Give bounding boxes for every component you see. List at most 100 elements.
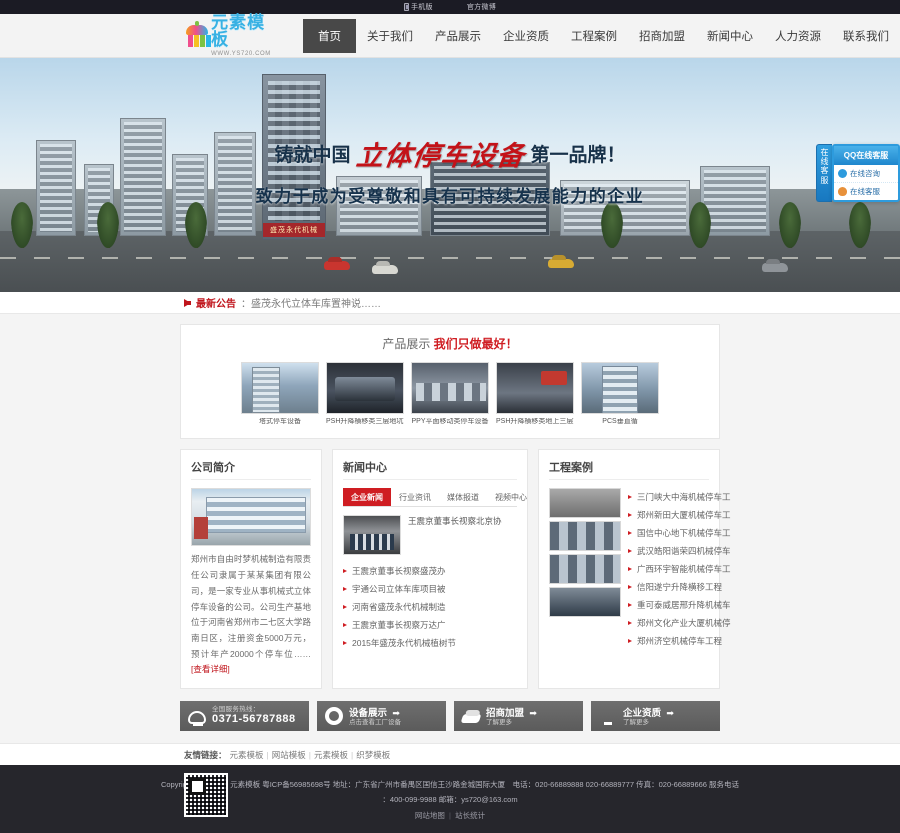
gear-icon: [325, 707, 343, 726]
case-image[interactable]: [549, 554, 621, 585]
qualifications-button[interactable]: 企业资质 ➡ 了解更多: [591, 701, 720, 732]
nav-item-about[interactable]: 关于我们: [356, 21, 424, 51]
case-list-item[interactable]: 郑州济空机械停车工程: [628, 632, 731, 650]
product-image: [411, 362, 489, 414]
case-list-item[interactable]: 三门峡大中海机械停车工: [628, 488, 731, 506]
product-image: [496, 362, 574, 414]
online-service-toggle[interactable]: 在线客服: [816, 144, 832, 202]
action-button-row: 全国服务热线： 0371-56787888 设备展示 ➡ 点击查看工厂设备 招商…: [180, 701, 720, 743]
tab-media-coverage[interactable]: 媒体报道: [439, 488, 487, 506]
banner-headline: 铸就中国 立体停车设备 第一品牌！ 致力于成为受尊敬和具有可持续发展能力的企业: [0, 134, 900, 207]
sitemap-link[interactable]: 网站地图: [415, 811, 445, 820]
news-list-item[interactable]: 宇通公司立体车库项目被: [343, 580, 517, 598]
news-featured[interactable]: 王震京董事长视察北京协: [343, 515, 517, 556]
banner-car: [548, 259, 574, 268]
nav-item-news[interactable]: 新闻中心: [696, 21, 764, 51]
about-heading: 公司简介: [191, 459, 311, 481]
product-caption: PSH升降横移类三层地坑式: [326, 418, 404, 425]
online-service-header: QQ在线客服: [834, 146, 898, 165]
nav-item-products[interactable]: 产品展示: [424, 21, 492, 51]
about-section: 公司简介 郑州市自由时梦机械制造有限责任公司隶属于某某集团有限公司，是一家专业从…: [180, 449, 322, 690]
divider: |: [446, 811, 454, 821]
case-list-item[interactable]: 武汉皓阳谐荣四机械停车: [628, 542, 731, 560]
nav-item-cases[interactable]: 工程案例: [560, 21, 628, 51]
service-qq-link[interactable]: 在线客服: [834, 183, 898, 200]
announcement-label: 最新公告: [196, 299, 236, 310]
news-featured-image: [343, 515, 401, 556]
top-utility-bar: 手机版 官方微博: [0, 0, 900, 14]
franchise-title: 招商加盟: [486, 708, 525, 720]
online-service-panel: QQ在线客服 在线咨询 在线客服: [832, 144, 900, 202]
mobile-version-link[interactable]: 手机版: [403, 2, 433, 12]
product-card[interactable]: 塔式停车设备: [241, 362, 319, 426]
banner-car: [372, 265, 398, 274]
news-list-item[interactable]: 王震京董事长视察盛茂办: [343, 562, 517, 580]
news-tabs: 企业新闻 行业资讯 媒体报道 视频中心: [343, 488, 527, 508]
webmaster-stats-link[interactable]: 站长统计: [455, 811, 485, 820]
product-card[interactable]: PSH升降横移类地上三层式: [496, 362, 574, 426]
handshake-icon: [460, 714, 482, 724]
case-list-item[interactable]: 郑州新田大厦机械停车工: [628, 506, 731, 524]
cases-image-stack: [549, 488, 621, 650]
case-image[interactable]: [549, 488, 621, 519]
news-list-item[interactable]: 王震京董事长视察万达广: [343, 616, 517, 634]
tab-video-center[interactable]: 视频中心: [487, 488, 535, 506]
friend-link[interactable]: 元素模板: [314, 749, 348, 761]
tab-company-news[interactable]: 企业新闻: [343, 488, 391, 507]
cases-section: 工程案例 三门峡大中海机械停车工 郑州新田大厦机械停车工 国信中心地下机械停车工: [538, 449, 731, 690]
nav-item-franchise[interactable]: 招商加盟: [628, 21, 696, 51]
service-consult-link[interactable]: 在线咨询: [834, 165, 898, 183]
friend-links-label: 友情链接：: [184, 749, 227, 760]
product-card[interactable]: PCS垂直循: [581, 362, 659, 426]
banner-line1-brush: 立体停车设备: [353, 141, 527, 172]
tab-industry-news[interactable]: 行业资讯: [391, 488, 439, 506]
case-list-item[interactable]: 国信中心地下机械停车工: [628, 524, 731, 542]
case-image[interactable]: [549, 521, 621, 552]
about-more-link[interactable]: [查看详细]: [191, 664, 230, 674]
case-list-item[interactable]: 信阳遂宁升降横移工程: [628, 578, 731, 596]
products-heading-a: 产品展示: [382, 337, 431, 351]
online-service-widget: 在线客服 QQ在线客服 在线咨询 在线客服: [816, 144, 900, 202]
phone-icon: [188, 711, 206, 727]
homepage: 手机版 官方微博 元素模板 WWW.YS720.COM 首页 关于我们 产品展示…: [0, 0, 900, 833]
news-list-item[interactable]: 2015年盛茂永代机械植树节: [343, 634, 517, 652]
friend-link[interactable]: 元素模板: [230, 749, 264, 761]
logo-url: WWW.YS720.COM: [211, 51, 271, 57]
about-company-photo: [191, 488, 311, 547]
site-footer: Copyright (c) 2015 元素模板 粤ICP备56985698号 地…: [0, 765, 900, 833]
case-list-item[interactable]: 重可泰威居邢升降机械车: [628, 596, 731, 614]
hotline-label: 全国服务热线：: [212, 705, 260, 713]
nav-item-hr[interactable]: 人力资源: [764, 21, 832, 51]
nav-item-qualifications[interactable]: 企业资质: [492, 21, 560, 51]
friend-link[interactable]: 网站模板: [272, 749, 306, 761]
news-list-item[interactable]: 河南省盛茂永代机械制造: [343, 598, 517, 616]
friend-link[interactable]: 织梦模板: [356, 749, 390, 761]
main-content: 产品展示 我们只做最好！ 塔式停车设备 PSH升降横移类三层地坑式 PPY平面移…: [0, 314, 900, 744]
weibo-label: 官方微博: [466, 4, 497, 11]
case-list-item[interactable]: 广西环宇智能机械停车工: [628, 560, 731, 578]
official-weibo-link[interactable]: 官方微博: [467, 2, 496, 12]
hotline-button[interactable]: 全国服务热线： 0371-56787888: [180, 701, 309, 732]
qualifications-subtitle: 了解更多: [623, 719, 649, 727]
nav-item-home[interactable]: 首页: [303, 18, 356, 53]
products-carousel: 塔式停车设备 PSH升降横移类三层地坑式 PPY平面移动类停车设备 PSH升降横…: [193, 362, 707, 426]
mobile-version-label: 手机版: [410, 4, 433, 11]
case-list-item[interactable]: 郑州文化产业大厦机械停: [628, 614, 731, 632]
hero-banner[interactable]: 盛茂永代机械 铸就中国 立体停车设备 第一品牌！ 致力于成为受尊敬和具有可持续发…: [0, 58, 900, 292]
mobile-phone-icon: [403, 3, 409, 11]
main-navigation: 首页 关于我们 产品展示 企业资质 工程案例 招商加盟 新闻中心 人力资源 联系…: [303, 18, 900, 53]
case-image[interactable]: [549, 587, 621, 618]
tower-sign-label: 盛茂永代机械: [263, 223, 325, 237]
equipment-title: 设备展示: [349, 708, 388, 720]
equipment-showcase-button[interactable]: 设备展示 ➡ 点击查看工厂设备: [317, 701, 446, 732]
nav-item-contact[interactable]: 联系我们: [832, 21, 900, 51]
announcement-text[interactable]: ：盛茂永代立体车库置神说……: [241, 295, 381, 310]
franchise-button[interactable]: 招商加盟 ➡ 了解更多: [454, 701, 583, 732]
cases-list: 三门峡大中海机械停车工 郑州新田大厦机械停车工 国信中心地下机械停车工 武汉皓阳…: [628, 488, 731, 650]
product-card[interactable]: PPY平面移动类停车设备: [411, 362, 489, 426]
service-qq-label: 在线客服: [850, 187, 880, 196]
product-card[interactable]: PSH升降横移类三层地坑式: [326, 362, 404, 426]
news-featured-title: 王震京董事长视察北京协: [408, 516, 502, 527]
product-caption: 塔式停车设备: [259, 418, 301, 425]
site-logo[interactable]: 元素模板 WWW.YS720.COM: [184, 14, 275, 57]
